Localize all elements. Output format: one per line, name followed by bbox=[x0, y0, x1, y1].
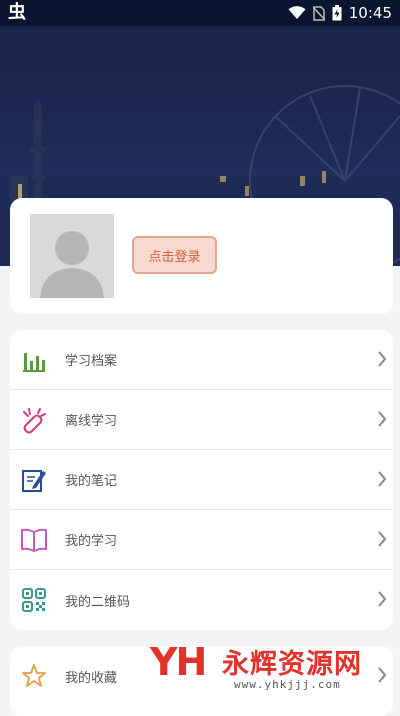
chevron-right-icon bbox=[377, 350, 387, 372]
app-notification-icon: 虫 bbox=[8, 2, 26, 23]
login-button[interactable]: 点击登录 bbox=[132, 236, 217, 274]
watermark-logo: YH bbox=[150, 640, 207, 684]
menu-label: 我的收藏 bbox=[65, 670, 118, 686]
offline-link-icon bbox=[20, 406, 48, 434]
chevron-right-icon bbox=[377, 410, 387, 432]
menu-label: 我的学习 bbox=[65, 534, 118, 549]
clock: 10:45 bbox=[348, 4, 392, 22]
menu-item-study-records[interactable]: 学习档案 bbox=[10, 330, 393, 390]
notebook-pen-icon bbox=[20, 466, 48, 494]
chevron-right-icon bbox=[377, 470, 387, 492]
menu-item-offline-learning[interactable]: 离线学习 bbox=[10, 390, 393, 450]
menu-label: 离线学习 bbox=[65, 414, 118, 429]
no-sim-icon bbox=[312, 5, 325, 21]
watermark-url: www.yhkjjj.com bbox=[234, 678, 341, 691]
chevron-right-icon bbox=[377, 666, 387, 688]
menu-item-my-learning[interactable]: 我的学习 bbox=[10, 510, 393, 570]
bar-chart-icon bbox=[20, 346, 48, 374]
status-bar: 虫 10:45 bbox=[0, 0, 400, 26]
menu-label: 我的笔记 bbox=[65, 474, 118, 489]
chevron-right-icon bbox=[377, 530, 387, 552]
open-book-icon bbox=[20, 526, 48, 554]
menu-label: 我的二维码 bbox=[65, 594, 131, 610]
watermark: YH 永辉资源网 www.yhkjjj.com bbox=[150, 640, 378, 698]
status-icons: 10:45 bbox=[288, 4, 392, 22]
profile-card: 点击登录 bbox=[10, 198, 393, 314]
chevron-right-icon bbox=[377, 590, 387, 612]
menu-item-my-notes[interactable]: 我的笔记 bbox=[10, 450, 393, 510]
battery-charging-icon bbox=[332, 5, 342, 21]
wifi-icon bbox=[288, 6, 306, 20]
qr-code-icon bbox=[20, 586, 48, 614]
default-user-avatar-icon[interactable] bbox=[30, 214, 114, 298]
menu-list: 学习档案 离线学习 我的笔记 我的学习 我的二维码 bbox=[10, 330, 393, 630]
watermark-title: 永辉资源网 bbox=[222, 649, 362, 680]
menu-label: 学习档案 bbox=[65, 354, 118, 369]
menu-item-my-qr-code[interactable]: 我的二维码 bbox=[10, 570, 393, 630]
star-icon bbox=[20, 662, 48, 690]
